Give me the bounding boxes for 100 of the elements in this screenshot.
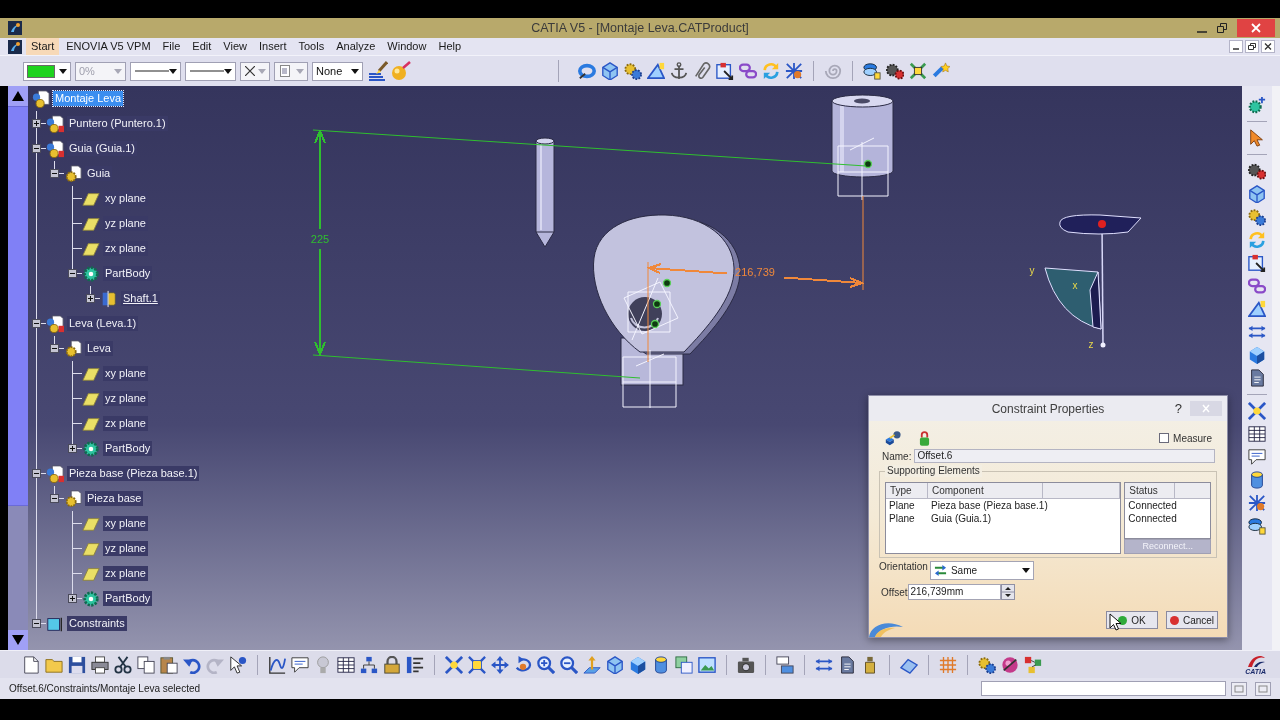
speech-bubble-icon[interactable] <box>1248 448 1266 466</box>
gears-icon[interactable] <box>1248 208 1266 226</box>
anchor-icon[interactable] <box>670 62 688 80</box>
pointer-icon[interactable] <box>229 655 247 674</box>
menu-item[interactable]: File <box>157 38 186 55</box>
gears-icon[interactable] <box>978 655 996 674</box>
gear-wheels-icon[interactable] <box>886 62 904 80</box>
cube-icon[interactable] <box>601 62 619 80</box>
collapse-toggle[interactable] <box>32 319 41 328</box>
menu-item[interactable]: Analyze <box>331 38 381 55</box>
caret-icon[interactable] <box>1021 568 1030 573</box>
collapse-toggle[interactable] <box>32 619 41 628</box>
collapse-toggle[interactable] <box>32 144 41 153</box>
column-header[interactable]: Component <box>928 483 1043 498</box>
page-icon[interactable] <box>22 655 40 674</box>
close-icon[interactable] <box>1237 19 1275 37</box>
copy-icon[interactable] <box>137 655 155 674</box>
name-field[interactable]: Offset.6 <box>914 449 1215 463</box>
asterisk-dot-icon[interactable] <box>1248 494 1266 512</box>
paperclip-icon[interactable] <box>693 62 711 80</box>
expand-toggle[interactable] <box>32 119 41 128</box>
collapse-toggle[interactable] <box>50 494 59 503</box>
tree-item[interactable]: Leva <box>85 341 113 356</box>
tree-item[interactable]: yz plane <box>103 216 148 231</box>
shaded-cube-icon[interactable] <box>1248 346 1266 364</box>
picture-icon[interactable] <box>698 655 716 674</box>
cube-icon[interactable] <box>606 655 624 674</box>
ball-icon[interactable] <box>1001 655 1019 674</box>
measure-checkbox[interactable] <box>1159 433 1170 443</box>
compass-drawing[interactable] <box>1044 214 1142 348</box>
app-icon[interactable] <box>8 39 22 54</box>
cross-square-icon[interactable] <box>909 62 927 80</box>
tree-item[interactable]: Shaft.1 <box>121 291 160 306</box>
gear-plus-icon[interactable] <box>1248 96 1266 114</box>
menu-item[interactable]: Start <box>26 38 60 55</box>
linked-blocks-icon[interactable] <box>1024 655 1042 674</box>
cursor-arrow-icon[interactable] <box>1248 129 1266 147</box>
cylinder-icon[interactable] <box>1248 471 1266 489</box>
help-button[interactable]: ? <box>1174 401 1182 416</box>
plane-arrow-icon[interactable] <box>583 655 601 674</box>
tree-item[interactable]: Pieza base <box>85 491 144 506</box>
gears-icon[interactable] <box>624 62 642 80</box>
orientation-dropdown[interactable]: Same <box>929 561 1034 580</box>
menu-item[interactable]: Edit <box>187 38 217 55</box>
menu-item[interactable]: Help <box>433 38 467 55</box>
rotate-icon[interactable] <box>514 655 532 674</box>
tree-item[interactable]: PartBody <box>103 591 153 606</box>
spin-buttons-icon[interactable] <box>1000 584 1015 600</box>
caret-icon[interactable] <box>169 68 177 74</box>
restore-icon[interactable] <box>1217 23 1227 33</box>
tree-item[interactable]: yz plane <box>103 541 148 556</box>
curve-graph-icon[interactable] <box>268 655 286 674</box>
disc-stack-icon[interactable] <box>1248 517 1266 535</box>
menu-item[interactable]: Insert <box>253 38 292 55</box>
cross-dot-icon[interactable] <box>1248 402 1266 420</box>
sphere-wand-icon[interactable] <box>391 61 411 81</box>
expand-toggle[interactable] <box>68 594 77 603</box>
hierarchy-icon[interactable] <box>360 655 378 674</box>
cube-icon[interactable] <box>1248 185 1266 203</box>
tree-item[interactable]: Guia <box>85 166 113 181</box>
triangle-icon[interactable] <box>647 62 665 80</box>
expand-toggle[interactable] <box>86 294 95 303</box>
caret-icon[interactable] <box>351 68 359 74</box>
zoom-out-icon[interactable] <box>560 655 578 674</box>
tree-item[interactable]: xy plane <box>103 191 148 206</box>
speech-bubble-icon[interactable] <box>291 655 309 674</box>
tree-item[interactable]: Puntero (Puntero.1) <box>67 116 168 131</box>
cross-dot-icon[interactable] <box>445 655 463 674</box>
caret-icon[interactable] <box>224 68 232 74</box>
bar-list-icon[interactable] <box>406 655 424 674</box>
collapse-toggle[interactable] <box>50 169 59 178</box>
dimension-value[interactable]: 225 <box>310 233 330 245</box>
tree-item[interactable]: xy plane <box>103 516 148 531</box>
tree-item[interactable]: Pieza base (Pieza base.1) <box>67 466 200 481</box>
scroll-down-icon[interactable] <box>8 630 28 650</box>
clipboard-icon[interactable] <box>160 655 178 674</box>
gear-wheels-icon[interactable] <box>1248 162 1266 180</box>
column-header[interactable]: Type <box>886 483 928 498</box>
stacked-sheets-icon[interactable] <box>776 655 794 674</box>
app-icon[interactable] <box>8 21 22 35</box>
color-dropdown[interactable] <box>23 61 71 81</box>
tree-item[interactable]: xy plane <box>103 366 148 381</box>
star-wand-icon[interactable] <box>932 62 950 80</box>
tree-item[interactable]: PartBody <box>103 266 153 281</box>
minimize-icon[interactable] <box>1229 40 1243 53</box>
menu-item[interactable]: ENOVIA V5 VPM <box>61 38 156 55</box>
table-icon[interactable] <box>1248 425 1266 443</box>
triangle-icon[interactable] <box>1248 300 1266 318</box>
expand-toggle[interactable] <box>68 444 77 453</box>
collapse-toggle[interactable] <box>32 469 41 478</box>
tree-item[interactable]: Guia (Guia.1) <box>67 141 138 156</box>
scissors-icon[interactable] <box>114 655 132 674</box>
tree-item[interactable]: Constraints <box>67 616 127 631</box>
document-icon[interactable] <box>838 655 856 674</box>
tree-item[interactable]: zx plane <box>103 416 148 431</box>
four-way-arrow-icon[interactable] <box>491 655 509 674</box>
offset-field[interactable]: 216,739mm <box>907 584 1001 600</box>
asterisk-dot-icon[interactable] <box>785 62 803 80</box>
scrollbar[interactable] <box>8 86 28 650</box>
menu-item[interactable]: View <box>218 38 252 55</box>
